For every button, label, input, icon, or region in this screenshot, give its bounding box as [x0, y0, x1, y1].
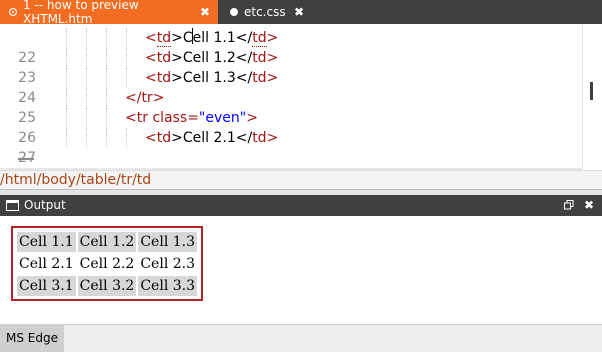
code-editor[interactable]: 22 <td>Cell 1.1</td> 23 <td>Cell 1.2</td…: [0, 24, 602, 170]
close-tab-icon[interactable]: ✖: [200, 6, 210, 18]
code-text: <td>Cell 2.1</td>: [145, 130, 279, 146]
table-cell: Cell 3.3: [138, 276, 198, 296]
table-row: Cell 2.1 Cell 2.2 Cell 2.3: [17, 254, 198, 274]
tab-label: etc.css: [244, 5, 286, 19]
table-cell: Cell 3.1: [17, 276, 76, 296]
rendered-table: Cell 1.1 Cell 1.2 Cell 1.3 Cell 2.1 Cell…: [11, 226, 204, 301]
code-line: 22 <td>Cell 1.1</td>: [0, 28, 582, 66]
restore-icon[interactable]: [564, 200, 574, 210]
code-text: <td>Cell 1.2</td>: [145, 50, 279, 66]
table-cell: Cell 2.1: [17, 254, 76, 274]
code-text: <tr class="even">: [125, 110, 258, 126]
code-line: 27 <td>Cell 2.1</td>: [0, 128, 582, 166]
code-text: <td>Cell 1.3</td>: [145, 70, 279, 86]
modified-dot-icon: [9, 8, 17, 16]
table-cell: Cell 1.1: [17, 232, 76, 252]
table-cell: Cell 2.3: [138, 254, 198, 274]
output-title: Output: [24, 198, 66, 212]
close-icon[interactable]: ✖: [584, 197, 594, 213]
code-line: 24 <td>Cell 1.3</td>: [0, 68, 582, 106]
status-bar: MS Edge: [0, 324, 602, 352]
close-tab-icon[interactable]: ✖: [294, 6, 304, 18]
window-icon: [6, 200, 19, 211]
table-cell: Cell 1.3: [138, 232, 198, 252]
table-cell: Cell 3.2: [77, 276, 137, 296]
code-line: 26 <tr class="even">: [0, 108, 582, 146]
code-line: 25 </tr>: [0, 88, 582, 126]
tab-label: 1 -- how to preview XHTML.htm: [23, 0, 139, 26]
code-line: 23 <td>Cell 1.2</td>: [0, 48, 582, 86]
element-path-bar: /html/body/table/tr/td: [0, 170, 602, 189]
table-cell: Cell 2.2: [77, 254, 137, 274]
code-text: <td>Cell 1.1</td>: [145, 28, 279, 47]
tab-bar: 1 -- how to preview XHTML.htm ✖ etc.css …: [0, 0, 602, 26]
file-dot-icon: [230, 8, 238, 16]
tab-etc-css[interactable]: etc.css ✖: [220, 0, 312, 24]
table-row: Cell 3.1 Cell 3.2 Cell 3.3: [17, 276, 198, 296]
tab-how-to-preview-xhtml[interactable]: 1 -- how to preview XHTML.htm ✖: [0, 0, 218, 26]
element-path[interactable]: /html/body/table/tr/td: [0, 171, 151, 189]
output-panel-header: Output ✖: [0, 195, 602, 216]
output-preview: Cell 1.1 Cell 1.2 Cell 1.3 Cell 2.1 Cell…: [0, 216, 602, 324]
scrollbar-thumb[interactable]: [590, 82, 593, 100]
browser-selector[interactable]: MS Edge: [0, 325, 64, 352]
fold-marker-icon[interactable]: [18, 158, 34, 160]
table-row: Cell 1.1 Cell 1.2 Cell 1.3: [17, 232, 198, 252]
vertical-scrollbar[interactable]: [582, 24, 602, 170]
code-text: </tr>: [125, 90, 165, 106]
table-cell: Cell 1.2: [77, 232, 137, 252]
